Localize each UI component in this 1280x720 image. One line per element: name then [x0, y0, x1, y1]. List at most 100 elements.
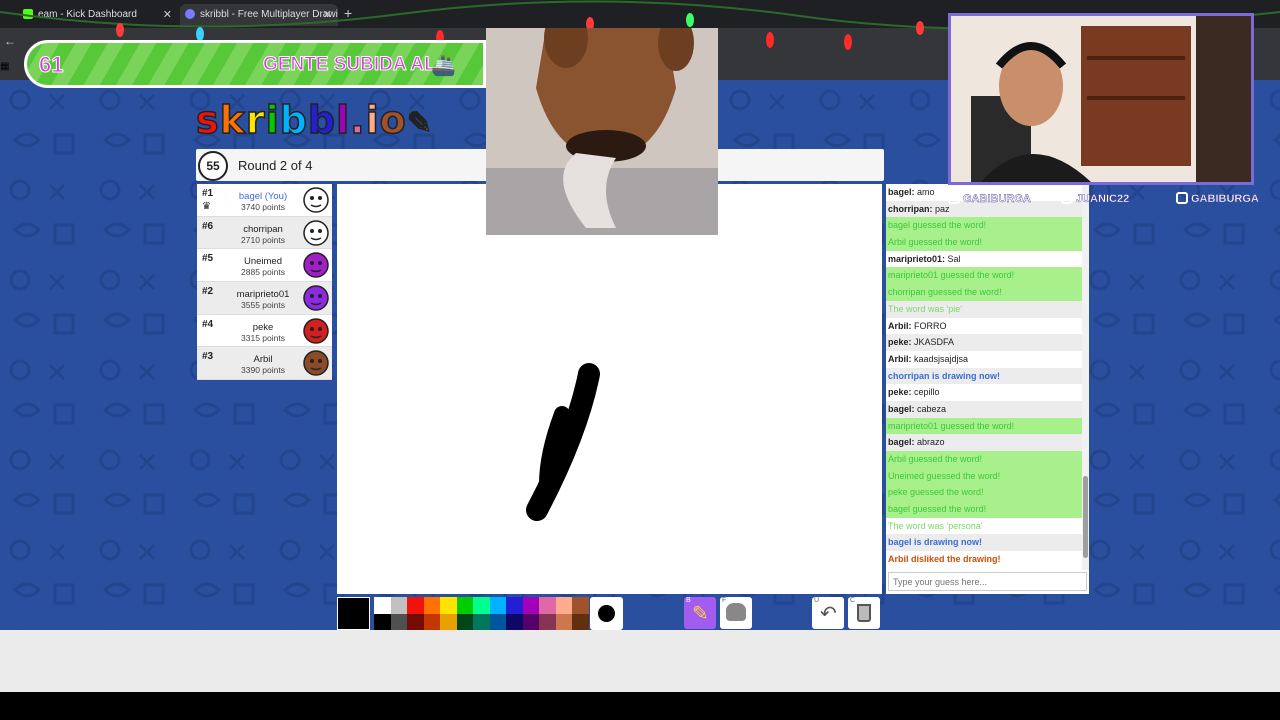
tab-title: eam - Kick Dashboard — [38, 9, 137, 20]
color-swatch[interactable] — [522, 613, 540, 630]
color-swatch[interactable] — [440, 613, 457, 630]
player-rank: #1 — [202, 188, 214, 199]
drawing-canvas[interactable] — [337, 184, 882, 594]
drawing-stroke — [526, 363, 600, 521]
pencil-icon: ✎ — [406, 105, 433, 142]
color-swatch[interactable] — [506, 613, 523, 630]
player-points: 3390 points — [241, 365, 285, 376]
color-swatch[interactable] — [407, 613, 424, 630]
color-palette — [374, 597, 595, 630]
player-row[interactable]: #3 Arbil 3390 points — [197, 347, 332, 381]
color-swatch[interactable] — [374, 597, 391, 614]
tab-kick-dashboard[interactable]: eam - Kick Dashboard ✕ — [18, 4, 178, 26]
current-color-button[interactable] — [337, 597, 370, 630]
scrollbar-thumb[interactable] — [1083, 476, 1088, 558]
color-swatch[interactable] — [390, 613, 408, 630]
streamer-webcam — [948, 13, 1254, 185]
color-swatch[interactable] — [555, 597, 573, 614]
chat-text: The word was 'pie' — [888, 303, 962, 314]
color-swatch[interactable] — [572, 613, 589, 630]
color-swatch[interactable] — [522, 597, 540, 614]
guess-input[interactable] — [888, 572, 1087, 591]
ship-icon: 🚢 — [431, 55, 456, 77]
close-tab-icon[interactable]: ✕ — [163, 8, 172, 21]
brush-size-button[interactable] — [590, 597, 623, 630]
chat-message: bagel guessed the word! — [886, 217, 1082, 235]
chat-username: chorripan: — [888, 203, 933, 214]
color-swatch[interactable] — [489, 597, 507, 614]
chat-message: chorripan is drawing now! — [886, 367, 1082, 385]
tab-skribbl[interactable]: skribbl - Free Multiplayer Drawing ✕ — [180, 4, 338, 26]
color-swatch[interactable] — [456, 597, 474, 614]
chat-text: Arbil disliked the drawing! — [888, 554, 1001, 565]
player-row[interactable]: #2 mariprieto01 3555 points — [197, 282, 332, 315]
color-swatch[interactable] — [555, 613, 573, 630]
color-swatch[interactable] — [440, 597, 457, 614]
color-swatch[interactable] — [473, 613, 490, 630]
color-swatch[interactable] — [456, 613, 474, 630]
player-avatar-icon — [303, 285, 329, 311]
clear-button[interactable]: C — [848, 597, 880, 629]
color-swatch[interactable] — [506, 597, 523, 614]
player-name: Uneimed — [243, 256, 283, 268]
skribbl-favicon-icon — [185, 9, 195, 19]
new-tab-button[interactable]: + — [344, 5, 352, 21]
undo-button[interactable]: U ↶ — [812, 597, 844, 629]
player-row[interactable]: #6 chorripan 2710 points — [197, 216, 332, 250]
close-tab-icon[interactable]: ✕ — [323, 8, 332, 21]
color-swatch[interactable] — [473, 597, 490, 614]
chat-text: mariprieto01 guessed the word! — [888, 420, 1015, 431]
fill-bucket-icon — [726, 603, 746, 621]
player-name: mariprieto01 — [236, 289, 290, 301]
undo-icon: ↶ — [820, 603, 837, 625]
social-instagram: GABIBURGA — [1176, 192, 1259, 205]
fill-tool-button[interactable]: F — [720, 597, 752, 629]
apps-grid-icon[interactable]: ▦ — [0, 61, 9, 72]
chat-message: bagel: cabeza — [886, 400, 1082, 418]
player-avatar-icon — [303, 187, 329, 213]
player-points: 3740 points — [241, 202, 285, 212]
player-row[interactable]: #4 peke 3315 points — [197, 314, 332, 348]
player-points: 2710 points — [241, 234, 285, 245]
tab-title: skribbl - Free Multiplayer Drawing — [200, 9, 338, 20]
chat-text: The word was 'persona' — [888, 520, 983, 531]
chat-text: mariprieto01 guessed the word! — [888, 270, 1015, 281]
player-rank: #5 — [202, 253, 214, 265]
social-twitter: GABIBURGA — [948, 192, 1031, 205]
color-swatch[interactable] — [539, 613, 556, 630]
chat-text: bagel guessed the word! — [888, 504, 987, 515]
color-swatch[interactable] — [374, 613, 391, 630]
chat-text: chorripan is drawing now! — [888, 370, 1001, 381]
back-arrow-icon[interactable]: ← — [4, 34, 16, 48]
player-name: bagel (You) — [238, 191, 288, 202]
player-list: #1 bagel (You) 3740 points ♛ #6 chorripan 2710… — [197, 184, 332, 381]
chat-username: mariprieto01: — [888, 253, 946, 264]
player-rank: #2 — [202, 286, 214, 298]
round-indicator: Round 2 of 4 — [238, 158, 313, 173]
color-swatch[interactable] — [539, 597, 556, 614]
chat-messages: bagel: amo chorripan: paz bagel guessed th… — [886, 184, 1082, 570]
player-row[interactable]: #5 Uneimed 2885 points — [197, 249, 332, 283]
color-swatch[interactable] — [423, 597, 441, 614]
social-kick: JUANIC22 — [1061, 192, 1129, 205]
color-swatch[interactable] — [572, 597, 589, 614]
chat-text: abrazo — [914, 437, 945, 448]
color-swatch[interactable] — [390, 597, 408, 614]
color-swatch[interactable] — [407, 597, 424, 614]
chat-text: cabeza — [914, 403, 947, 414]
chat-text: Sal — [945, 253, 961, 264]
alarm-clock-icon: 55 — [197, 148, 229, 182]
chat-message: bagel guessed the word! — [886, 501, 1082, 518]
chat-username: Arbil: — [888, 320, 912, 331]
stream-overlay-banner: 61 GENTE SUBIDA AL 🚢 — [24, 40, 486, 88]
color-swatch[interactable] — [423, 613, 441, 630]
chat-message: bagel: abrazo — [886, 434, 1082, 451]
brush-tool-button[interactable]: B ✎ — [684, 597, 716, 629]
chat-message: peke: JKASDFA — [886, 334, 1082, 351]
skribbl-logo: skribbl.io✎ — [195, 97, 433, 143]
chat-scrollbar[interactable] — [1082, 184, 1089, 570]
player-row[interactable]: #1 bagel (You) 3740 points ♛ — [197, 184, 332, 217]
kick-favicon-icon — [23, 9, 33, 19]
color-swatch[interactable] — [489, 613, 507, 630]
chat-message: The word was 'persona' — [886, 518, 1082, 535]
